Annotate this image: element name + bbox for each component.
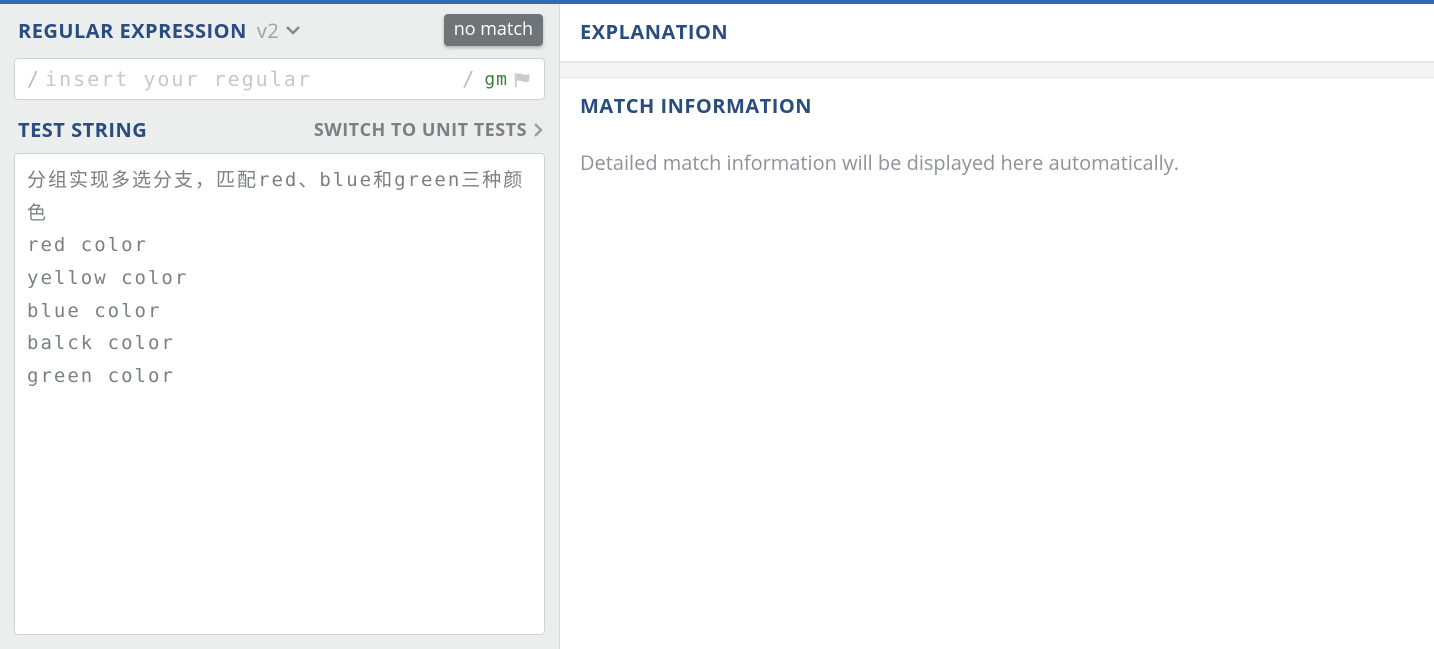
panel-gap — [560, 62, 1434, 78]
test-string-title: TEST STRING — [18, 116, 147, 143]
flag-icon[interactable] — [514, 72, 532, 86]
regex-title-block: REGULAR EXPRESSION v2 — [18, 17, 301, 44]
test-string-header-row: TEST STRING SWITCH TO UNIT TESTS — [0, 114, 559, 153]
match-info-placeholder: Detailed match information will be displ… — [580, 149, 1179, 176]
regex-title: REGULAR EXPRESSION — [18, 17, 247, 44]
left-column: REGULAR EXPRESSION v2 no match / / gm TE… — [0, 4, 560, 649]
switch-to-unit-tests-button[interactable]: SWITCH TO UNIT TESTS — [314, 118, 543, 142]
explanation-title: EXPLANATION — [580, 18, 728, 45]
explanation-panel-header[interactable]: EXPLANATION — [560, 4, 1434, 62]
regex-flags[interactable]: gm — [484, 69, 508, 90]
regex-version-label: v2 — [257, 17, 279, 44]
regex-version-selector[interactable]: v2 — [257, 17, 301, 44]
regex-open-delim: / — [27, 67, 39, 91]
switch-unit-label: SWITCH TO UNIT TESTS — [314, 118, 527, 142]
test-string-textarea[interactable] — [14, 153, 545, 635]
regex-close-delim: / — [462, 67, 474, 91]
right-column: EXPLANATION MATCH INFORMATION Detailed m… — [560, 4, 1434, 469]
match-info-body: Detailed match information will be displ… — [560, 135, 1434, 190]
regex-input-wrap[interactable]: / / gm — [14, 58, 545, 100]
no-match-badge: no match — [444, 14, 543, 46]
match-info-title: MATCH INFORMATION — [580, 92, 812, 119]
regex-flags-text: gm — [484, 69, 508, 90]
match-info-panel-header[interactable]: MATCH INFORMATION — [560, 78, 1434, 135]
regex-header-row: REGULAR EXPRESSION v2 no match — [0, 4, 559, 54]
main-layout: REGULAR EXPRESSION v2 no match / / gm TE… — [0, 4, 1434, 649]
chevron-right-icon — [533, 123, 543, 137]
chevron-down-icon — [285, 22, 301, 38]
regex-input[interactable] — [45, 67, 462, 91]
